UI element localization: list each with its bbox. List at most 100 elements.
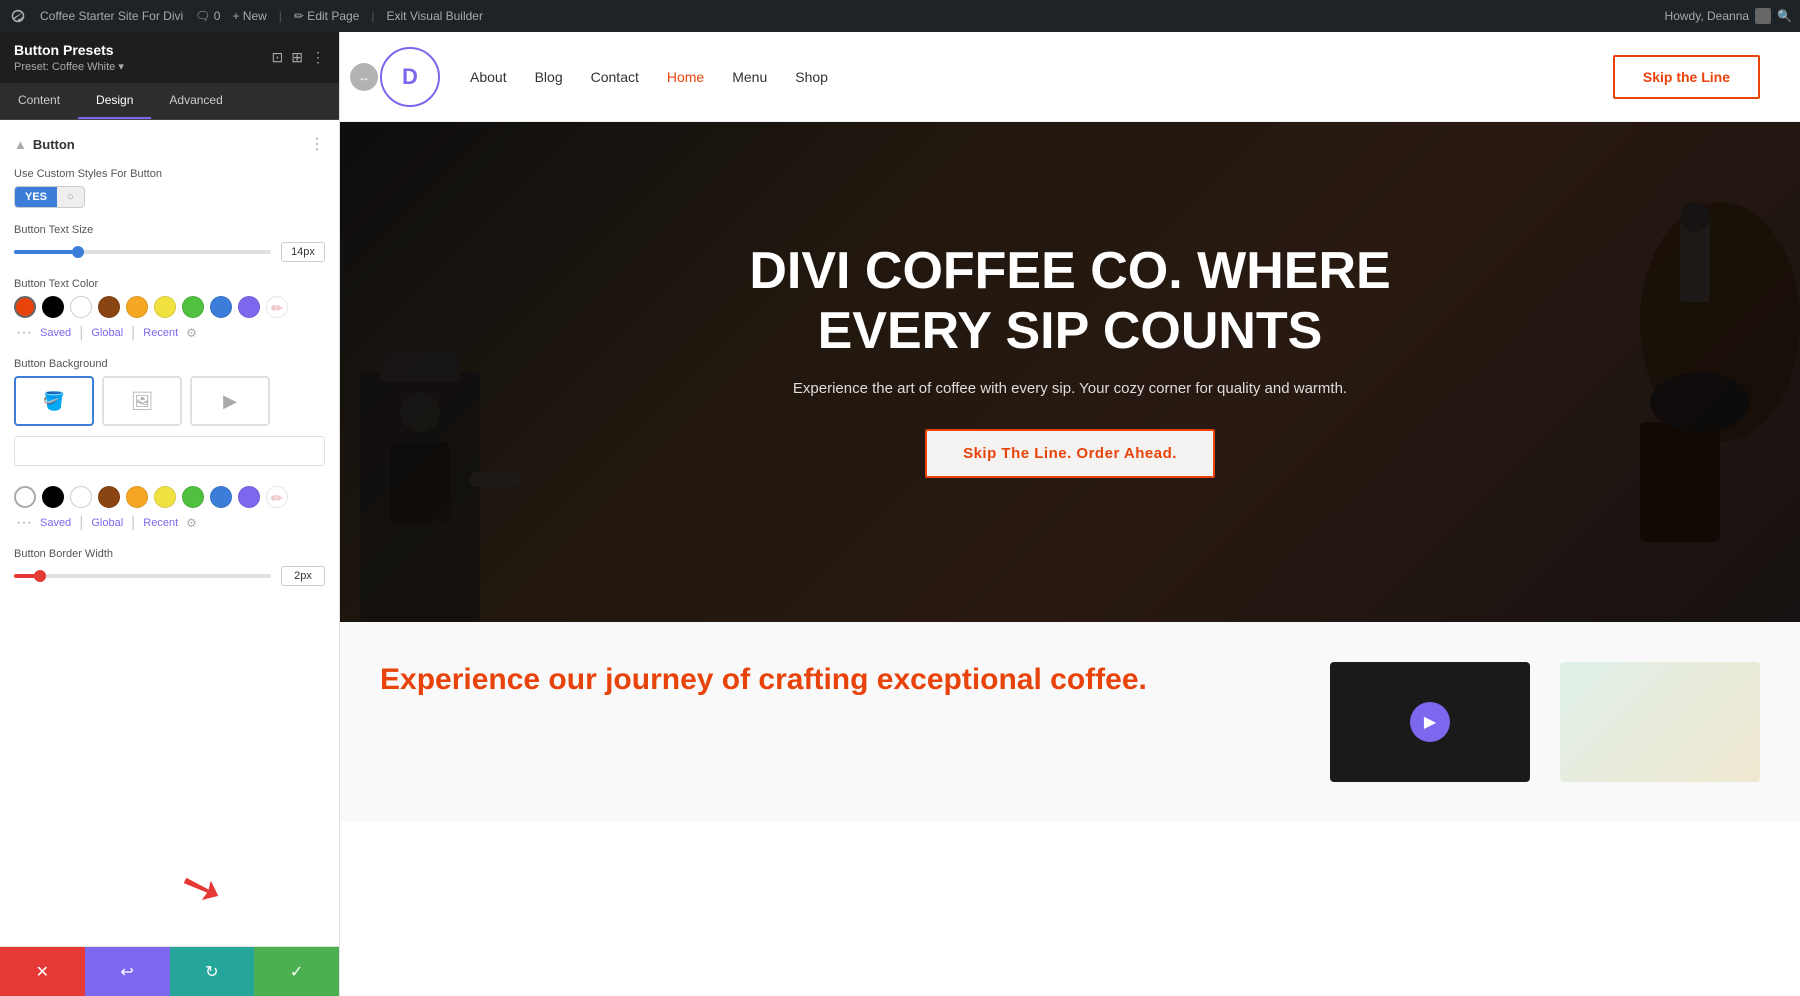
admin-bar: Coffee Starter Site For Divi 🗨 0 + New |…	[0, 0, 1800, 32]
admin-edit-page-btn[interactable]: ✏ Edit Page	[294, 9, 359, 23]
bg-color-display[interactable]	[14, 436, 325, 466]
bg-options: 🪣 🖼 ▶	[14, 376, 325, 426]
color-swatch-orange[interactable]	[126, 296, 148, 318]
border-width-thumb[interactable]	[34, 570, 46, 582]
color-swatch2-yellow[interactable]	[154, 486, 176, 508]
bg-fill-option[interactable]: 🪣	[14, 376, 94, 426]
bg-video-option[interactable]: ▶	[190, 376, 270, 426]
section-header: ▲ Button ⋮	[14, 134, 325, 154]
below-card-image	[1560, 662, 1760, 782]
nav-left-arrow[interactable]: ↔	[350, 63, 378, 91]
color2-meta-dots[interactable]: ···	[16, 514, 32, 532]
right-panel: ↔ D About Blog Contact Home Menu Shop Sk…	[340, 32, 1800, 996]
menu-shop[interactable]: Shop	[795, 69, 828, 85]
tab-advanced[interactable]: Advanced	[151, 83, 240, 119]
color-swatch2-blue[interactable]	[210, 486, 232, 508]
color-swatch2-purple[interactable]	[238, 486, 260, 508]
panel-columns-icon[interactable]: ⊞	[291, 49, 303, 66]
menu-blog[interactable]: Blog	[535, 69, 563, 85]
save-button[interactable]: ✓	[254, 947, 339, 996]
play-button[interactable]: ▶	[1410, 702, 1450, 742]
redo-button[interactable]: ↻	[170, 947, 255, 996]
color-swatch-black[interactable]	[42, 296, 64, 318]
hero-cta-button[interactable]: Skip The Line. Order Ahead.	[925, 429, 1215, 478]
text-size-label: Button Text Size	[14, 224, 325, 236]
undo-icon: ↩	[120, 962, 133, 982]
admin-site-name[interactable]: Coffee Starter Site For Divi	[40, 9, 183, 23]
color2-meta-recent[interactable]: Recent	[143, 517, 178, 529]
custom-styles-toggle[interactable]: YES ○	[14, 186, 85, 208]
admin-new-btn[interactable]: + New	[232, 9, 266, 23]
wp-logo-icon[interactable]	[8, 6, 28, 26]
text-size-thumb[interactable]	[72, 246, 84, 258]
toggle-yes[interactable]: YES	[15, 187, 57, 207]
color-swatch-blue[interactable]	[210, 296, 232, 318]
color-swatch2-black[interactable]	[42, 486, 64, 508]
color-row-2: ✏ ··· Saved | Global | Recent ⚙	[14, 486, 325, 532]
menu-contact[interactable]: Contact	[591, 69, 639, 85]
text-size-setting: Button Text Size 14px	[14, 224, 325, 262]
collapse-icon[interactable]: ▲	[14, 137, 27, 152]
toggle-container: YES ○	[14, 186, 325, 208]
color-swatch2-brown[interactable]	[98, 486, 120, 508]
color2-meta-global[interactable]: Global	[91, 517, 123, 529]
color-swatch2-green[interactable]	[182, 486, 204, 508]
menu-about[interactable]: About	[470, 69, 507, 85]
panel-tabs: Content Design Advanced	[0, 83, 339, 120]
color-swatch2-orange[interactable]	[126, 486, 148, 508]
custom-styles-setting: Use Custom Styles For Button YES ○	[14, 168, 325, 208]
panel-focus-icon[interactable]: ⊡	[272, 49, 284, 66]
text-color-label: Button Text Color	[14, 278, 325, 290]
below-hero-section: Experience our journey of crafting excep…	[340, 622, 1800, 822]
text-size-value[interactable]: 14px	[281, 242, 325, 262]
color2-meta-gear-icon[interactable]: ⚙	[186, 516, 197, 530]
admin-exit-vb-btn[interactable]: Exit Visual Builder	[386, 9, 483, 23]
panel-more-icon[interactable]: ⋮	[311, 49, 325, 66]
bg-image-option[interactable]: 🖼	[102, 376, 182, 426]
tab-design[interactable]: Design	[78, 83, 151, 119]
color2-meta-saved[interactable]: Saved	[40, 517, 71, 529]
section-more-icon[interactable]: ⋮	[309, 134, 325, 154]
menu-home[interactable]: Home	[667, 69, 704, 85]
site-menu: About Blog Contact Home Menu Shop	[470, 69, 828, 85]
color-swatch-purple[interactable]	[238, 296, 260, 318]
color-swatch-pen[interactable]: ✏	[266, 296, 288, 318]
tab-content[interactable]: Content	[0, 83, 78, 119]
color-swatch-yellow[interactable]	[154, 296, 176, 318]
admin-search-icon[interactable]: 🔍	[1777, 9, 1792, 23]
site-cta-button[interactable]: Skip the Line	[1613, 55, 1760, 99]
color-swatch2-white[interactable]	[70, 486, 92, 508]
border-width-setting: Button Border Width 2px	[14, 548, 325, 586]
color-swatch-orange-red[interactable]	[14, 296, 36, 318]
border-width-value[interactable]: 2px	[281, 566, 325, 586]
text-size-fill	[14, 250, 78, 254]
text-size-slider-container: 14px	[14, 242, 325, 262]
panel-subtitle[interactable]: Preset: Coffee White ▾	[14, 60, 124, 73]
panel-header-icons: ⊡ ⊞ ⋮	[272, 49, 325, 66]
color-swatch2-pen[interactable]: ✏	[266, 486, 288, 508]
cancel-button[interactable]: ✕	[0, 947, 85, 996]
color-swatch-green[interactable]	[182, 296, 204, 318]
below-hero-text: Experience our journey of crafting excep…	[380, 662, 1300, 782]
below-card-video[interactable]: ▶	[1330, 662, 1530, 782]
bottom-action-bar: ✕ ↩ ↻ ✓	[0, 946, 339, 996]
color-swatch-brown[interactable]	[98, 296, 120, 318]
color-meta-saved[interactable]: Saved	[40, 327, 71, 339]
cancel-icon: ✕	[36, 962, 49, 982]
bg-label: Button Background	[14, 358, 325, 370]
border-width-label: Button Border Width	[14, 548, 325, 560]
color-swatch2-circle[interactable]	[14, 486, 36, 508]
color-meta-gear-icon[interactable]: ⚙	[186, 326, 197, 340]
menu-menu[interactable]: Menu	[732, 69, 767, 85]
color-meta-recent[interactable]: Recent	[143, 327, 178, 339]
color-meta-global[interactable]: Global	[91, 327, 123, 339]
color-swatch-white[interactable]	[70, 296, 92, 318]
panel-content: ▲ Button ⋮ Use Custom Styles For Button …	[0, 120, 339, 946]
text-color-setting: Button Text Color ✏ ··· Saved |	[14, 278, 325, 342]
admin-user-menu[interactable]: Howdy, Deanna 🔍	[1665, 8, 1792, 24]
color-meta-dots[interactable]: ···	[16, 324, 32, 342]
toggle-no[interactable]: ○	[57, 187, 84, 207]
site-logo: D	[380, 47, 440, 107]
admin-comments[interactable]: 🗨 0	[195, 9, 220, 23]
undo-button[interactable]: ↩	[85, 947, 170, 996]
